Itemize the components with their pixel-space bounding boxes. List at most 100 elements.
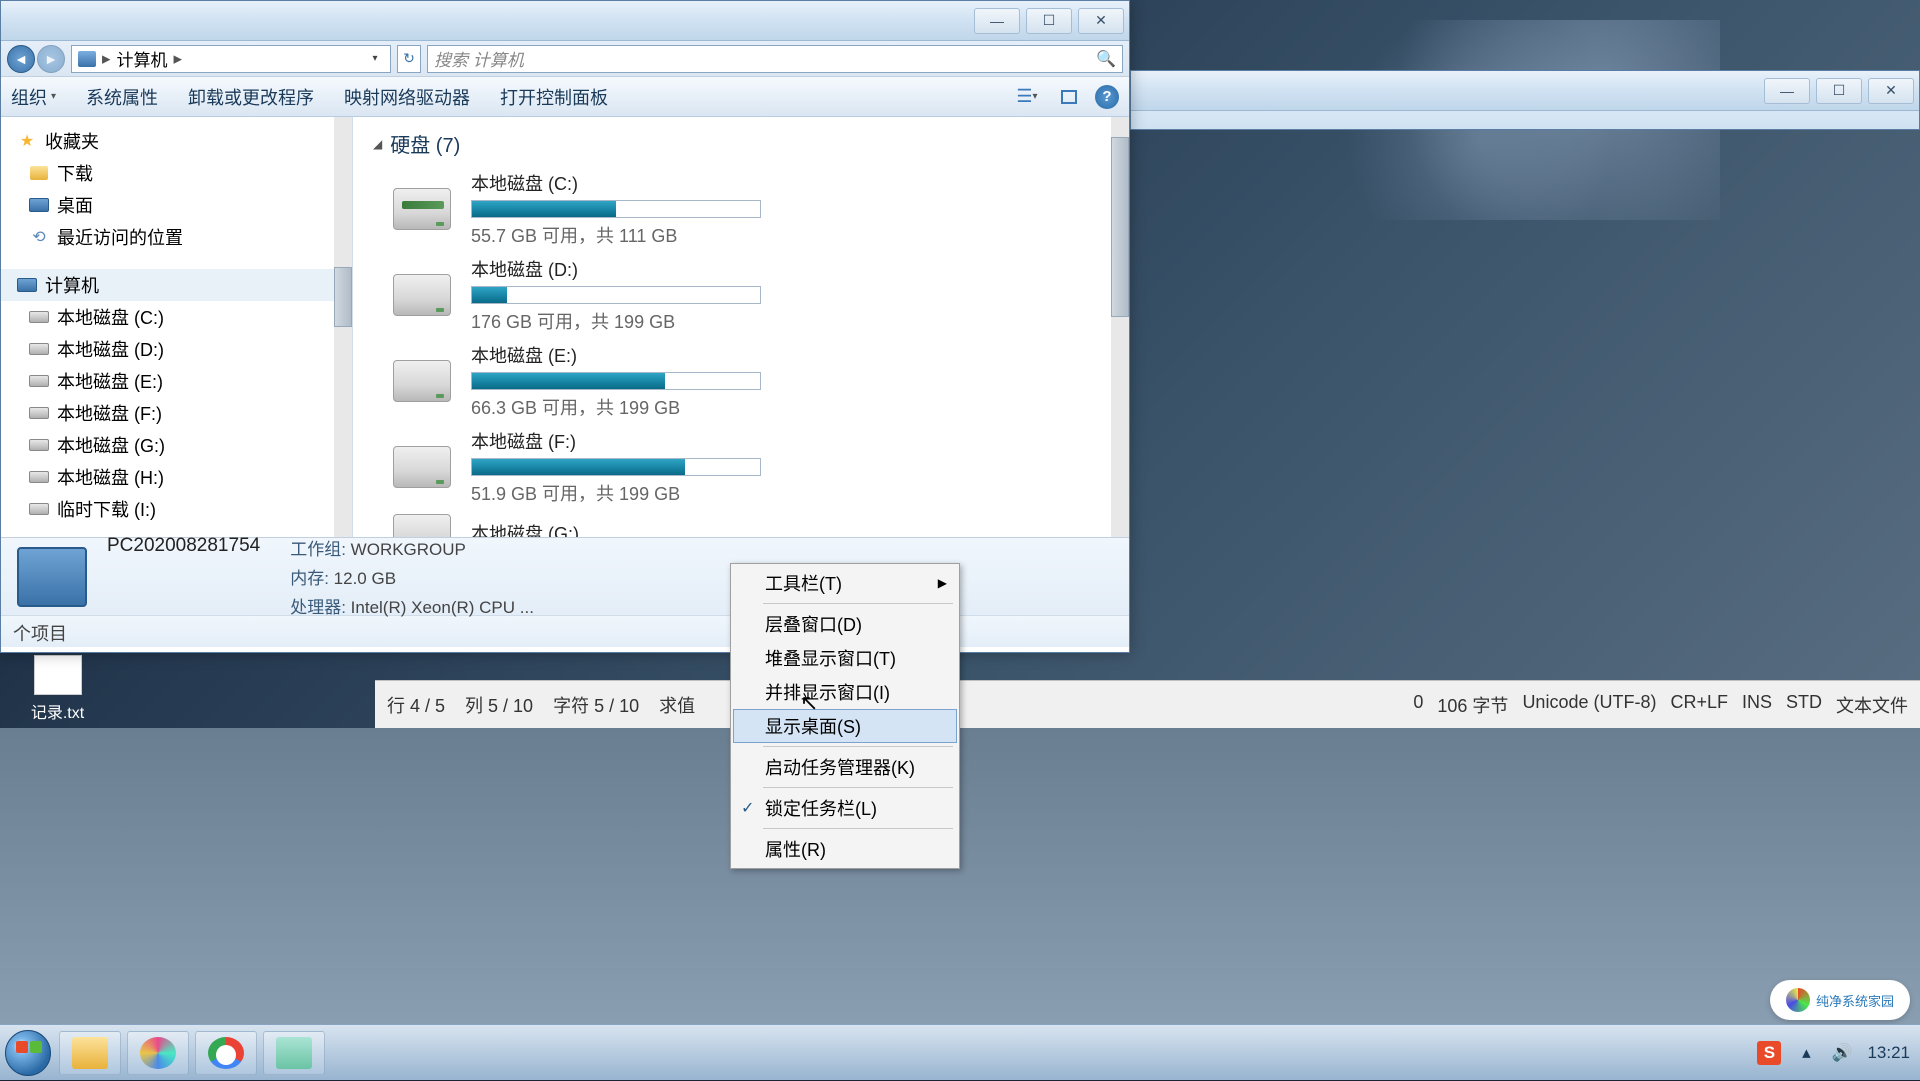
menu-stacked[interactable]: 堆叠显示窗口(T) — [733, 641, 957, 675]
disk-stats: 176 GB 可用，共 199 GB — [471, 308, 1109, 334]
sidebar-desktop[interactable]: 桌面 — [1, 189, 352, 221]
status-char: 字符 5 / 10 — [553, 692, 639, 718]
disk-icon — [29, 436, 49, 454]
disk-icon — [29, 372, 49, 390]
disk-item[interactable]: 本地磁盘 (D:) 176 GB 可用，共 199 GB — [373, 256, 1109, 334]
sidebar-drive-g[interactable]: 本地磁盘 (G:) — [1, 429, 352, 461]
tray-arrow-icon[interactable]: ▴ — [1795, 1042, 1817, 1064]
desktop-file-notes[interactable]: 记录.txt — [20, 655, 95, 723]
navigation-pane[interactable]: ★收藏夹 下载 桌面 ⟲最近访问的位置 计算机 本地磁盘 (C:) 本地磁盘 (… — [1, 117, 353, 537]
recent-icon: ⟲ — [29, 228, 49, 246]
title-bar[interactable]: — ☐ ✕ — [1, 1, 1129, 41]
disk-name: 本地磁盘 (C:) — [471, 170, 1109, 196]
window-controls: — ☐ ✕ — [974, 8, 1124, 34]
taskbar-explorer[interactable] — [59, 1031, 121, 1075]
sidebar-drive-c[interactable]: 本地磁盘 (C:) — [1, 301, 352, 333]
status-zero: 0 — [1413, 692, 1423, 718]
collapse-icon[interactable]: ◢ — [373, 137, 382, 151]
disk-usage-bar — [471, 200, 761, 218]
submenu-arrow-icon: ▶ — [938, 576, 947, 590]
bg-close-button[interactable]: ✕ — [1868, 78, 1914, 104]
editor-status-bar: 行 4 / 5 列 5 / 10 字符 5 / 10 求值 0 106 字节 U… — [375, 680, 1920, 728]
status-line: 行 4 / 5 — [387, 692, 445, 718]
search-icon[interactable]: 🔍 — [1096, 49, 1116, 69]
view-options-button[interactable]: ☰▾ — [1011, 83, 1043, 111]
sidebar-drive-d[interactable]: 本地磁盘 (D:) — [1, 333, 352, 365]
sidebar-drive-h[interactable]: 本地磁盘 (H:) — [1, 461, 352, 493]
scrollbar-thumb[interactable] — [334, 267, 352, 327]
sidebar-drive-e[interactable]: 本地磁盘 (E:) — [1, 365, 352, 397]
control-panel-button[interactable]: 打开控制面板 — [500, 84, 608, 110]
sidebar-computer[interactable]: 计算机 — [1, 269, 352, 301]
maximize-button[interactable]: ☐ — [1026, 8, 1072, 34]
sidebar-recent[interactable]: ⟲最近访问的位置 — [1, 221, 352, 253]
scrollbar-thumb[interactable] — [1111, 137, 1129, 317]
menu-toolbars[interactable]: 工具栏(T)▶ — [733, 566, 957, 600]
disk-item[interactable]: 本地磁盘 (E:) 66.3 GB 可用，共 199 GB — [373, 342, 1109, 420]
background-window[interactable]: — ☐ ✕ — [1130, 70, 1920, 130]
bg-maximize-button[interactable]: ☐ — [1816, 78, 1862, 104]
breadcrumb[interactable]: ▸ 计算机 ▸ ▾ — [71, 45, 391, 73]
uninstall-programs-button[interactable]: 卸载或更改程序 — [188, 84, 314, 110]
menu-cascade[interactable]: 层叠窗口(D) — [733, 607, 957, 641]
drive-icon — [393, 274, 451, 316]
volume-icon[interactable]: 🔊 — [1831, 1042, 1853, 1064]
disk-name: 本地磁盘 (D:) — [471, 256, 1109, 282]
sidebar-drive-f[interactable]: 本地磁盘 (F:) — [1, 397, 352, 429]
sidebar-favorites[interactable]: ★收藏夹 — [1, 125, 352, 157]
bg-minimize-button[interactable]: — — [1764, 78, 1810, 104]
preview-pane-button[interactable] — [1053, 83, 1085, 111]
sidebar-scrollbar[interactable] — [334, 117, 352, 537]
status-filetype: 文本文件 — [1836, 692, 1908, 718]
status-sum: 求值 — [659, 692, 695, 718]
disk-name: 本地磁盘 (F:) — [471, 428, 1109, 454]
clock[interactable]: 13:21 — [1867, 1043, 1910, 1063]
taskbar[interactable]: S ▴ 🔊 13:21 — [0, 1024, 1920, 1080]
menu-sidebyside[interactable]: 并排显示窗口(I) — [733, 675, 957, 709]
organize-menu[interactable]: 组织▾ — [11, 84, 56, 110]
search-input[interactable]: 搜索 计算机 🔍 — [427, 45, 1123, 73]
system-tray: S ▴ 🔊 13:21 — [1757, 1041, 1920, 1065]
close-button[interactable]: ✕ — [1078, 8, 1124, 34]
breadcrumb-dropdown[interactable]: ▾ — [366, 45, 384, 73]
disk-icon — [29, 308, 49, 326]
menu-show-desktop[interactable]: 显示桌面(S) — [733, 709, 957, 743]
back-button[interactable]: ◄ — [7, 45, 35, 73]
disk-icon — [29, 468, 49, 486]
folder-icon — [72, 1037, 108, 1069]
minimize-button[interactable]: — — [974, 8, 1020, 34]
help-button[interactable]: ? — [1095, 85, 1119, 109]
sidebar-drive-i[interactable]: 临时下载 (I:) — [1, 493, 352, 525]
start-button[interactable] — [0, 1025, 56, 1081]
map-drive-button[interactable]: 映射网络驱动器 — [344, 84, 470, 110]
forward-button[interactable]: ► — [37, 45, 65, 73]
taskbar-notepad[interactable] — [263, 1031, 325, 1075]
disk-item[interactable]: 本地磁盘 (G:) — [373, 514, 1109, 537]
breadcrumb-root[interactable]: 计算机 — [117, 46, 168, 71]
main-content[interactable]: ◢硬盘 (7) 本地磁盘 (C:) 55.7 GB 可用，共 111 GB 本地… — [353, 117, 1129, 537]
menu-lock-taskbar[interactable]: ✓锁定任务栏(L) — [733, 791, 957, 825]
refresh-button[interactable]: ↻ — [397, 45, 421, 73]
system-properties-button[interactable]: 系统属性 — [86, 84, 158, 110]
chevron-right-icon: ▸ — [174, 49, 183, 69]
star-icon: ★ — [17, 132, 37, 150]
menu-properties[interactable]: 属性(R) — [733, 832, 957, 866]
sidebar-downloads[interactable]: 下载 — [1, 157, 352, 189]
menu-task-manager[interactable]: 启动任务管理器(K) — [733, 750, 957, 784]
disk-item[interactable]: 本地磁盘 (F:) 51.9 GB 可用，共 199 GB — [373, 428, 1109, 506]
taskbar-chrome[interactable] — [195, 1031, 257, 1075]
disk-item[interactable]: 本地磁盘 (C:) 55.7 GB 可用，共 111 GB — [373, 170, 1109, 248]
disks-section-header[interactable]: ◢硬盘 (7) — [373, 129, 1109, 158]
computer-large-icon — [17, 547, 87, 607]
taskbar-context-menu: 工具栏(T)▶ 层叠窗口(D) 堆叠显示窗口(T) 并排显示窗口(I) 显示桌面… — [730, 563, 960, 869]
main-scrollbar[interactable] — [1111, 117, 1129, 537]
desktop-file-label: 记录.txt — [20, 699, 95, 723]
status-col: 列 5 / 10 — [465, 692, 533, 718]
windows-orb-icon — [5, 1030, 51, 1076]
taskbar-browser[interactable] — [127, 1031, 189, 1075]
pc-name: PC202008281754 — [107, 535, 260, 560]
status-insert: INS — [1742, 692, 1772, 718]
disk-icon — [29, 340, 49, 358]
ime-indicator[interactable]: S — [1757, 1041, 1781, 1065]
folder-icon — [29, 164, 49, 182]
